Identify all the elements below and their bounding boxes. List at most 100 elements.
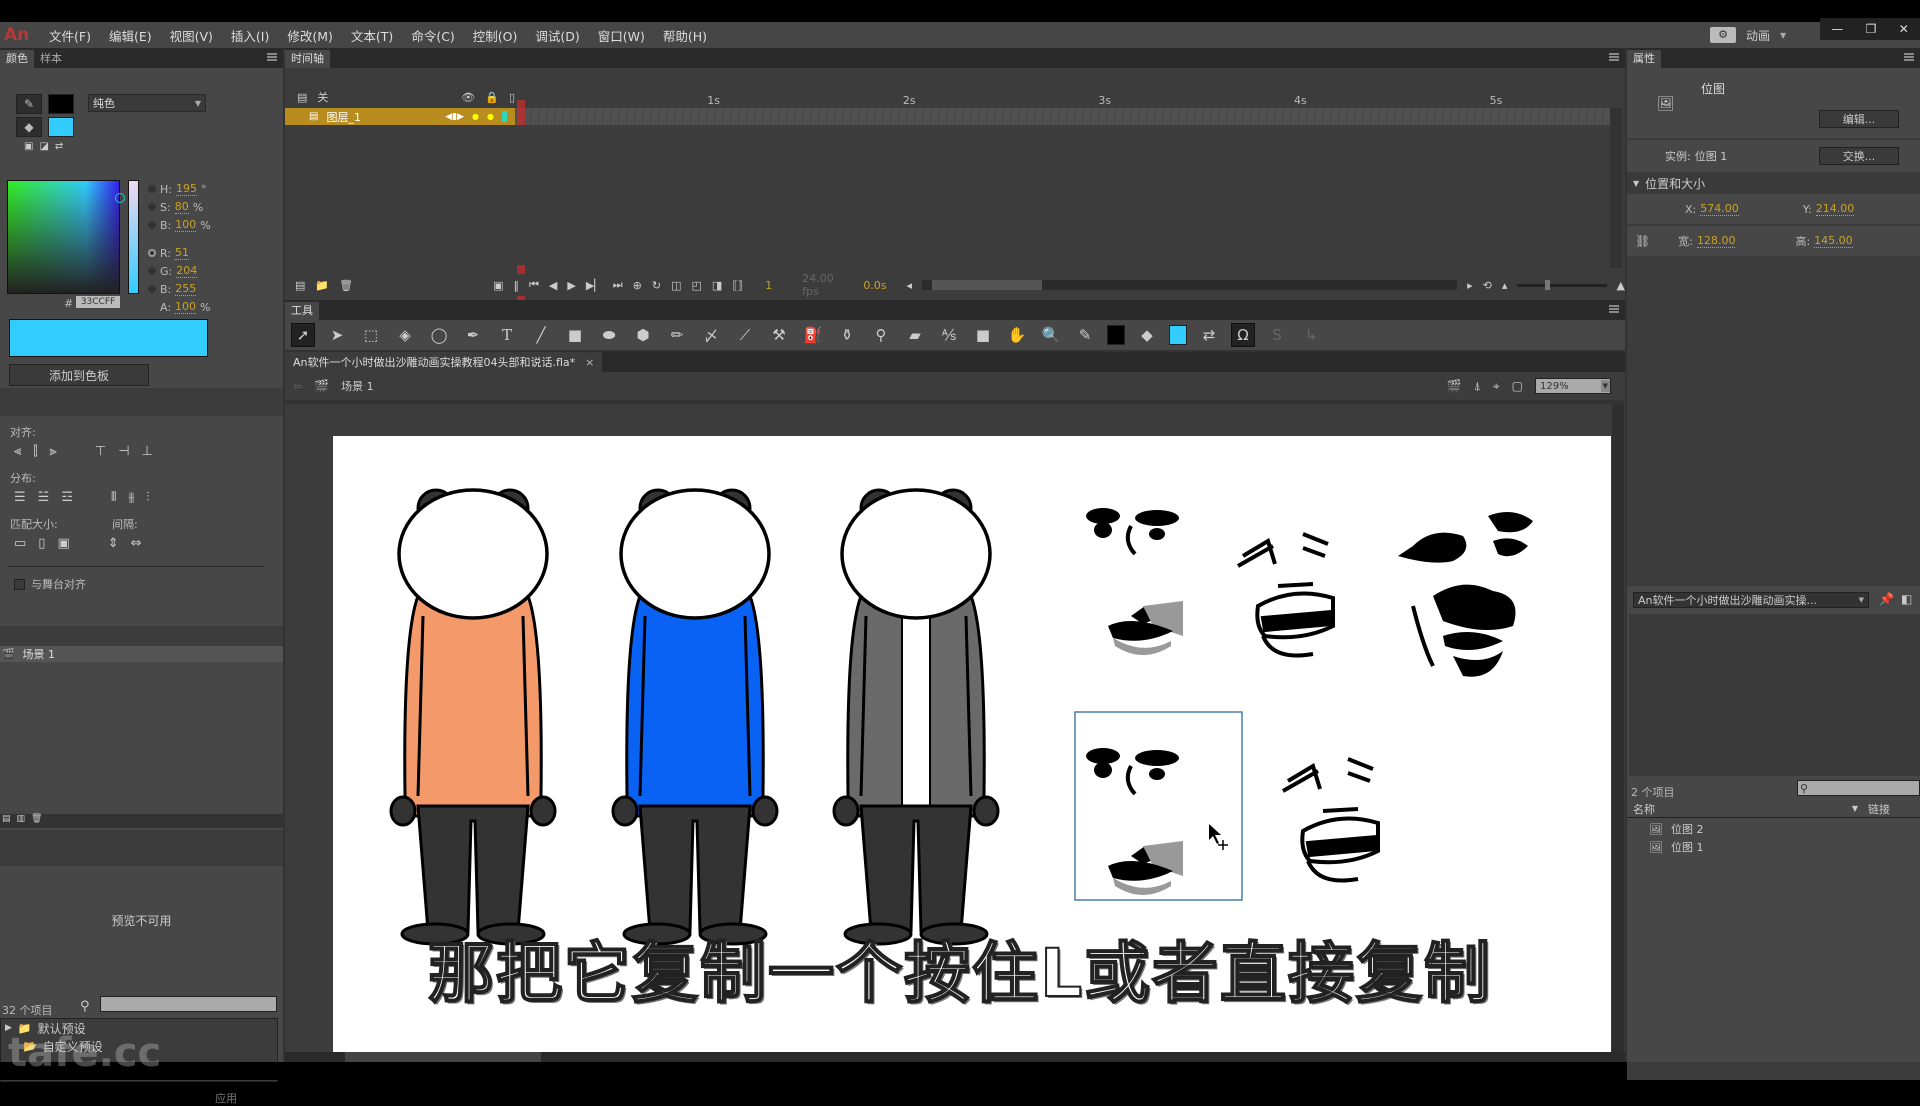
picker-cursor[interactable] (115, 193, 125, 203)
snap-to-objects-icon[interactable]: Ω (1231, 323, 1255, 347)
layer-stack-icon[interactable]: ▤ (297, 91, 307, 104)
tab-color[interactable]: 颜色 (0, 50, 34, 68)
brightness-value[interactable]: 100 (175, 218, 197, 232)
menu-view[interactable]: 视图(V) (161, 26, 222, 45)
hue-slider[interactable] (128, 180, 139, 294)
gear-icon[interactable]: ⚙ (1710, 27, 1736, 43)
first-frame-icon[interactable]: ⏮ (529, 278, 539, 292)
layer-color-marker[interactable] (502, 111, 507, 122)
breadcrumb-scene[interactable]: 场景 1 (341, 378, 374, 394)
workspace-switcher[interactable]: ⚙ 动画 ▼ (1710, 22, 1786, 48)
loop-icon[interactable]: ↻ (652, 279, 661, 292)
timeline-hscroll[interactable] (922, 280, 1458, 290)
visibility-dot[interactable]: ● (472, 112, 479, 121)
frame-track[interactable] (515, 108, 1610, 125)
menu-modify[interactable]: 修改(M) (278, 26, 342, 45)
library-search-input[interactable]: ⚲ (1797, 780, 1920, 796)
x-value[interactable]: 574.00 (1700, 202, 1739, 216)
3d-rotation-tool-icon[interactable]: ◈ (393, 323, 417, 347)
menu-file[interactable]: 文件(F) (40, 26, 100, 45)
sort-arrow-icon[interactable]: ▼ (1852, 804, 1858, 813)
document-tab[interactable]: An软件一个小时做出沙雕动画实操教程04头部和说话.fla* × (285, 352, 603, 372)
edit-scene-icon[interactable]: 🎬 (1447, 379, 1462, 393)
align-to-stage[interactable]: 与舞台对齐 (14, 576, 86, 592)
library-item[interactable]: 🖼 位图 2 (1627, 820, 1920, 838)
distribute-left-icon[interactable]: ⫴ (111, 490, 116, 505)
edit-symbol-icon[interactable]: ⍋ (1474, 379, 1481, 394)
face-sticker-laughing-copy[interactable] (1282, 757, 1380, 883)
blue-value[interactable]: 255 (175, 282, 197, 296)
restore-button[interactable]: ❐ (1866, 22, 1877, 36)
menu-insert[interactable]: 插入(I) (222, 26, 278, 45)
oval-tool-icon[interactable]: ⬬ (597, 323, 621, 347)
lock-dot[interactable]: ● (487, 112, 494, 121)
face-sticker-laughing[interactable] (1237, 532, 1335, 658)
onion-skin-icon[interactable]: ◫ (671, 279, 681, 292)
scene-row[interactable]: 🎬 场景 1 (0, 646, 283, 662)
tab-tools[interactable]: 工具 (285, 302, 319, 320)
match-height-icon[interactable]: ▯ (38, 536, 45, 551)
paint-brush-tool-icon[interactable]: 〆 (699, 323, 723, 347)
menu-window[interactable]: 窗口(W) (589, 26, 654, 45)
ink-bottle-tool-icon[interactable]: ⚱ (835, 323, 859, 347)
pen-tool-icon[interactable]: ✒ (461, 323, 485, 347)
distribute-top-icon[interactable]: ☰ (14, 490, 26, 505)
center-stage-icon[interactable]: ⌖ (1493, 379, 1500, 394)
panel-menu-icon[interactable] (1609, 305, 1619, 313)
saturation-value[interactable]: 80 (174, 200, 189, 214)
scroll-right-icon[interactable]: ▸ (1467, 279, 1473, 292)
character-gray-jacket[interactable] (832, 488, 1000, 946)
align-to-stage-checkbox[interactable] (14, 578, 25, 590)
distribute-right-icon[interactable]: ⫶ (146, 490, 149, 505)
delete-layer-icon[interactable]: 🗑 (339, 279, 353, 292)
fill-bucket-icon[interactable]: ◆ (16, 117, 42, 137)
lock-icon[interactable]: 🔒 (485, 91, 499, 104)
eyedropper-tool-icon[interactable]: ⚲ (869, 323, 893, 347)
panel-menu-icon[interactable] (267, 53, 277, 61)
brush-tool-icon[interactable]: ⟋ (733, 323, 757, 347)
clip-content-icon[interactable]: ▢ (1512, 379, 1523, 393)
timeline-zoom-slider[interactable] (1517, 279, 1607, 290)
modify-markers-icon[interactable]: ⟦⟧ (732, 279, 743, 292)
tab-properties[interactable]: 属性 (1627, 50, 1661, 68)
height-value[interactable]: 145.00 (1814, 234, 1853, 248)
panel-menu-icon[interactable] (1904, 53, 1914, 61)
zoom-select[interactable]: 129% ▼ (1535, 378, 1611, 394)
back-arrow-icon[interactable]: ⇦ (293, 380, 302, 393)
last-frame-icon[interactable]: ⏭ (613, 278, 623, 292)
center-frame-icon[interactable]: ⊕ (633, 279, 642, 292)
free-transform-tool-icon[interactable]: ⬚ (359, 323, 383, 347)
delete-scene-icon[interactable]: 🗑 (31, 814, 42, 828)
align-hcenter-icon[interactable]: ⫿ (33, 444, 37, 459)
menu-text[interactable]: 文本(T) (342, 26, 402, 45)
menu-debug[interactable]: 调试(D) (526, 26, 588, 45)
close-tab-button[interactable]: × (585, 356, 594, 369)
workspace-label[interactable]: 动画 (1746, 27, 1770, 44)
fill-color-swatch[interactable] (1169, 325, 1187, 345)
distribute-hcenter-icon[interactable]: ⫵ (128, 490, 134, 505)
swap-button[interactable]: 交换... (1819, 147, 1899, 165)
fit-timeline-icon[interactable]: ⟲ (1483, 279, 1492, 292)
space-horizontal-icon[interactable]: ⇔ (131, 536, 142, 551)
pencil-tool-icon[interactable]: ✏ (665, 323, 689, 347)
keyframe-nav-icon[interactable]: ◀▮▶ (445, 112, 464, 122)
camera-icon[interactable]: ▣ (493, 279, 503, 292)
minimize-button[interactable]: — (1831, 22, 1843, 36)
eye-icon[interactable]: 👁 (461, 91, 475, 104)
lasso-tool-icon[interactable]: ◯ (427, 323, 451, 347)
add-scene-icon[interactable]: ▤ (2, 814, 11, 828)
character-orange-shirt[interactable] (389, 488, 557, 946)
menu-edit[interactable]: 编辑(E) (100, 26, 161, 45)
character-blue-shirt[interactable] (611, 488, 779, 946)
align-left-icon[interactable]: ⫷ (14, 444, 21, 459)
fps-value[interactable]: 24.00 fps (802, 272, 853, 298)
face-sticker-angry-selected[interactable] (1086, 748, 1183, 895)
fill-type-select[interactable]: 纯色 ▼ (88, 94, 206, 112)
link-proportions-icon[interactable]: ⛓ (1635, 234, 1650, 248)
tab-swatches[interactable]: 样本 (34, 50, 68, 68)
stage-hscroll[interactable] (285, 1052, 1625, 1062)
camera-tool-icon[interactable]: ■ (971, 323, 995, 347)
stroke-color-swatch[interactable] (48, 94, 74, 114)
edit-multiple-icon[interactable]: ◨ (712, 279, 722, 292)
swap-colors-icon[interactable]: ⇄ (1197, 323, 1221, 347)
